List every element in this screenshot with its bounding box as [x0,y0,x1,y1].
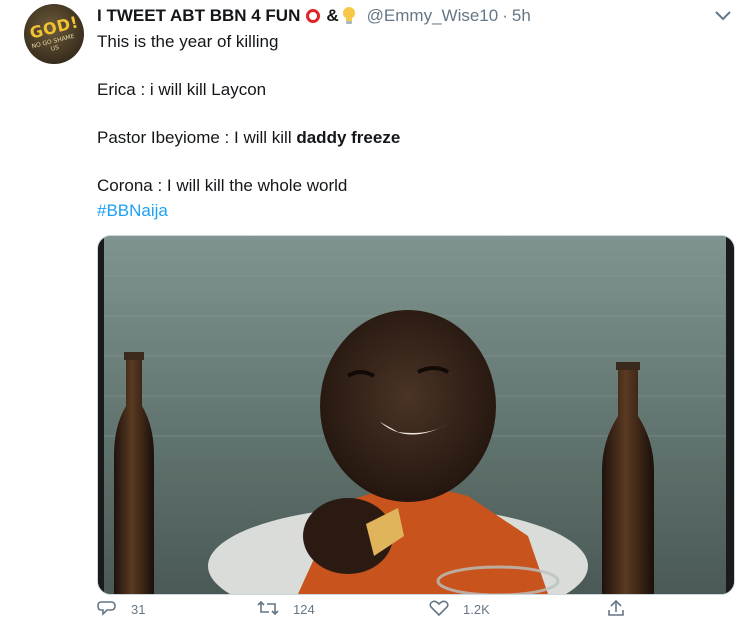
tweet-text-line-2: Erica : i will kill Laycon [97,80,267,99]
tweet-text-line-3-prefix: Pastor Ibeyiome : I will kill [97,128,297,147]
tweet-media-image[interactable] [97,235,735,595]
heart-icon [429,600,449,619]
tweet-actions: 31 124 1.2K [97,599,697,619]
separator-dot: · [502,6,508,25]
tweet-text-line-1: This is the year of killing [97,32,279,51]
chevron-down-icon[interactable] [712,8,734,24]
like-button[interactable]: 1.2K [429,600,490,619]
like-count: 1.2K [463,602,490,617]
light-bulb-icon [341,6,357,26]
amp-symbol: & [326,6,339,25]
retweet-count: 124 [293,602,315,617]
tweet: GOD! NO GO SHAME US I TWEET ABT BBN 4 FU… [0,0,737,619]
reply-count: 31 [131,602,146,617]
reply-icon [97,600,117,619]
tweet-text-bold-mention: daddy freeze [296,128,401,147]
red-circle-icon [306,9,321,23]
hashtag-link[interactable]: #BBNaija [97,201,168,221]
tweet-header: I TWEET ABT BBN 4 FUN & @Emmy_Wise10 · 5… [97,5,531,27]
share-button[interactable] [607,599,625,619]
timestamp[interactable]: 5h [512,6,531,26]
reply-button[interactable]: 31 [97,600,145,619]
retweet-icon [257,600,279,619]
tweet-text-line-3: Pastor Ibeyiome : I will kill daddy free… [97,128,400,148]
user-handle[interactable]: @Emmy_Wise10 [367,6,499,26]
display-name[interactable]: I TWEET ABT BBN 4 FUN [97,6,300,26]
retweet-button[interactable]: 124 [257,600,315,619]
tweet-text-line-4: Corona : I will kill the whole world [97,176,348,195]
share-icon [607,599,625,619]
avatar[interactable]: GOD! NO GO SHAME US [24,4,84,64]
